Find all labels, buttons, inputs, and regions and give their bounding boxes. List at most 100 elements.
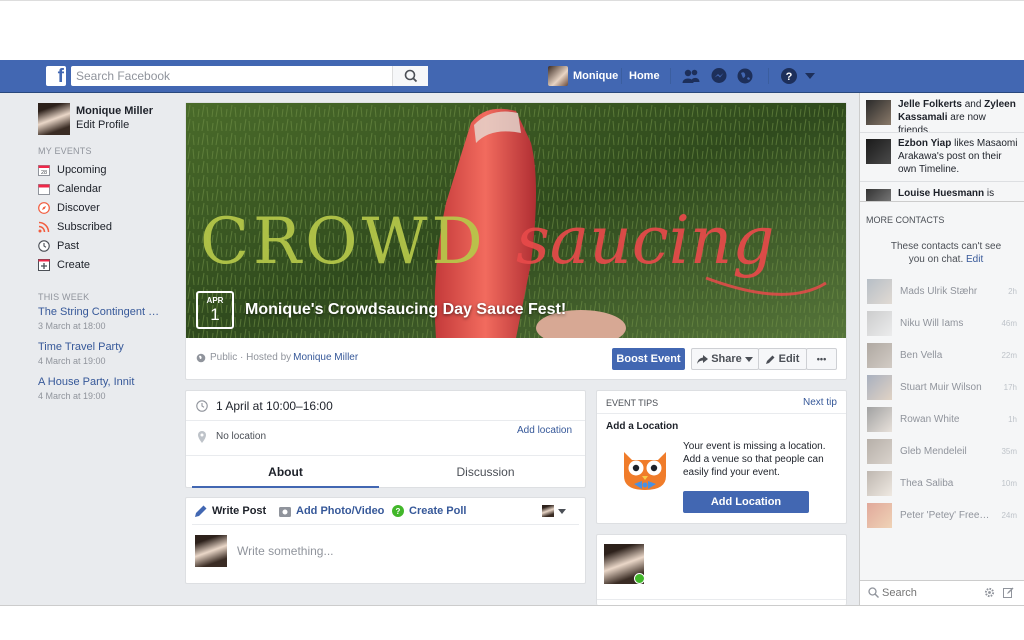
edit-event-button[interactable]: Edit [758,348,807,370]
sidebar-item-subscribed[interactable]: Subscribed [38,219,112,235]
contact-name: Ben Vella [900,349,943,361]
contact-last-active: 24m [1001,510,1017,520]
avatar [867,438,892,464]
contact-last-active: 35m [1001,446,1017,456]
chat-edit-link[interactable]: Edit [966,254,983,265]
friend-requests-icon[interactable] [682,67,700,85]
contact-item[interactable]: Mads Ulrik Stæhr 2h [867,278,1017,304]
event-day: 1 [210,305,220,324]
share-label: Share [711,353,742,365]
nav-profile-link[interactable]: Monique [548,66,618,86]
contact-item[interactable]: Gleb Mendeleil 35m [867,438,1017,464]
contact-last-active: 2h [1008,286,1017,296]
add-location-button[interactable]: Add Location [683,491,809,513]
edit-profile-link[interactable]: Edit Profile [76,119,129,131]
ticker-item[interactable]: Louise Huesmann is [866,187,1018,201]
contact-item[interactable]: Ben Vella 22m [867,342,1017,368]
notifications-globe-icon[interactable] [736,67,754,85]
svg-text:28: 28 [41,170,47,176]
add-photo-video-tab[interactable]: Add Photo/Video [279,505,384,517]
facebook-event-page: f Monique Home ? Monique Miller Edit Pro… [0,0,1024,640]
ticker-name: Jelle Folkerts [898,99,962,110]
sidebar-item-calendar[interactable]: Calendar [38,181,102,197]
chevron-down-icon[interactable] [558,509,566,514]
browser-blank-area [0,0,1024,60]
account-menu-chevron-icon[interactable] [805,73,815,79]
event-privacy-text: Public · Hosted by [210,352,292,363]
this-week-event-date: 4 March at 19:00 [38,356,106,366]
ticker-item[interactable]: Jelle Folkerts and Zyleen Kassamali are … [866,98,1018,136]
chat-notice: These contacts can't see you on chat. Ed… [886,240,1006,266]
boost-event-button[interactable]: Boost Event [612,348,685,370]
ticker-name: Louise Huesmann [898,188,985,199]
sidebar-item-past[interactable]: Past [38,238,79,254]
create-poll-tab[interactable]: ? Create Poll [392,505,466,517]
sidebar-item-upcoming[interactable]: 28 Upcoming [38,162,107,178]
tip-body: Your event is missing a location. Add a … [683,441,826,478]
divider [860,201,1024,202]
more-options-button[interactable]: ••• [806,348,837,370]
divider [186,455,585,456]
add-location-link[interactable]: Add location [517,425,572,436]
event-datetime: 1 April at 10:00–16:00 [216,399,333,413]
contact-name: Rowan White [900,413,960,425]
divider [597,413,846,414]
contact-item[interactable]: Stuart Muir Wilson 17h [867,374,1017,400]
share-button[interactable]: Share [691,348,759,370]
this-week-event-link[interactable]: Time Travel Party [38,341,163,353]
my-events-heading: MY EVENTS [38,146,92,156]
sidebar-item-label: Calendar [57,183,102,195]
next-tip-link[interactable]: Next tip [803,397,837,408]
nav-profile-name: Monique [573,70,619,82]
nav-home-link[interactable]: Home [629,66,660,86]
write-post-tab[interactable]: Write Post [195,505,266,517]
contact-last-active: 17h [1003,382,1017,392]
nav-divider [621,68,622,84]
tip-title: Add a Location [606,421,679,432]
contact-item[interactable]: Thea Saliba 10m [867,470,1017,496]
divider [597,599,846,600]
ticker-text: is [984,188,995,199]
contact-last-active: 46m [1001,318,1017,328]
compose-icon[interactable] [1003,587,1014,598]
ticker-item[interactable]: Ezbon Yiap likes Masaomi Arakawa's post … [866,137,1018,179]
calendar-icon [38,184,50,195]
avatar [867,278,892,304]
contact-name: Mads Ulrik Stæhr [900,285,978,297]
calendar-28-icon: 28 [38,165,50,176]
sidebar-item-create[interactable]: Create [38,257,90,273]
contact-item[interactable]: Rowan White 1h [867,406,1017,432]
avatar [867,502,892,528]
ticker-name: Ezbon Yiap [898,138,952,149]
contact-item[interactable]: Niku Will Iams 46m [867,310,1017,336]
pencil-icon [765,355,775,364]
sidebar-item-label: Upcoming [57,164,107,176]
create-poll-label: Create Poll [409,505,467,517]
avatar[interactable] [542,505,554,517]
host-link[interactable]: Monique Miller [293,352,358,363]
tab-discussion[interactable]: Discussion [392,458,579,486]
avatar [866,189,891,201]
facebook-logo-icon[interactable]: f [46,66,66,87]
contact-item[interactable]: Peter 'Petey' Freem... 24m [867,502,1017,528]
this-week-event-link[interactable]: The String Contingent pla... [38,306,163,318]
sidebar-item-label: Past [57,240,80,252]
this-week-event-date: 3 March at 18:00 [38,321,106,331]
avatar[interactable] [38,103,70,135]
divider [860,132,1024,133]
gear-icon[interactable] [984,587,995,598]
contact-name: Gleb Mendeleil [900,445,967,457]
help-icon[interactable]: ? [780,67,798,85]
messenger-icon[interactable] [710,67,728,85]
left-profile-name[interactable]: Monique Miller [76,105,153,117]
edit-label: Edit [778,353,800,365]
composer-input[interactable]: Write something... [237,544,333,558]
active-tab-indicator [192,486,379,488]
chat-search-input[interactable] [882,585,972,601]
sidebar-item-discover[interactable]: Discover [38,200,100,216]
tab-about[interactable]: About [192,458,379,486]
this-week-event-link[interactable]: A House Party, Innit [38,376,163,388]
search-input[interactable] [71,66,391,86]
avatar [866,100,891,125]
search-button[interactable] [392,66,428,86]
